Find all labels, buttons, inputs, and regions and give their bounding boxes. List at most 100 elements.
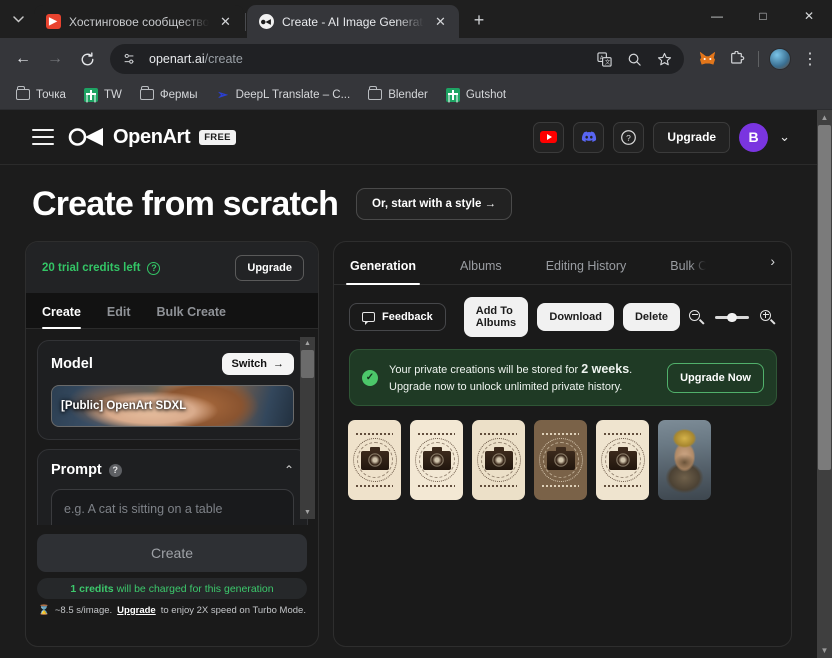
metamask-fox-icon[interactable] [693, 45, 721, 73]
bookmark-item[interactable]: Blender [360, 86, 436, 104]
tab-albums[interactable]: Albums [460, 242, 502, 284]
thumbnail-item[interactable] [658, 420, 711, 501]
reload-button[interactable] [72, 44, 102, 74]
scroll-down-arrow-icon[interactable]: ▼ [817, 643, 832, 658]
comment-icon [362, 312, 375, 325]
folder-icon [16, 86, 30, 100]
bookmark-item[interactable]: Точка [8, 86, 74, 104]
scrollbar-thumb[interactable] [818, 125, 831, 470]
feedback-button[interactable]: Feedback [349, 303, 446, 331]
url-text[interactable]: openart.ai/create [144, 52, 588, 66]
openart-logo-icon[interactable] [68, 126, 106, 148]
hamburger-menu-icon[interactable] [32, 129, 54, 145]
speed-note: ⌛ ~8.5 s/image. Upgrade to enjoy 2X spee… [37, 605, 307, 616]
zoom-in-icon[interactable] [760, 309, 775, 325]
header-actions: ? Upgrade B ⌄ [533, 121, 792, 153]
prompt-input[interactable]: e.g. A cat is sitting on a table [51, 489, 294, 525]
tab-generation[interactable]: Generation [346, 242, 420, 285]
thumbnail-item[interactable] [534, 420, 587, 501]
create-button[interactable]: Create [37, 534, 307, 572]
close-icon[interactable]: ✕ [432, 13, 449, 30]
credit-note-text: will be charged for this generation [116, 582, 274, 595]
maximize-button[interactable]: □ [740, 0, 786, 32]
page-settings-icon[interactable] [116, 46, 142, 72]
upgrade-now-button[interactable]: Upgrade Now [667, 362, 764, 393]
extensions-puzzle-icon[interactable] [723, 45, 751, 73]
close-icon[interactable]: ✕ [217, 13, 234, 30]
model-thumbnail[interactable]: [Public] OpenArt SDXL [51, 385, 294, 427]
scroll-down-arrow-icon[interactable]: ▼ [300, 506, 315, 519]
tab-bulk-create[interactable]: Bulk Create [157, 305, 226, 328]
browser-tab-2[interactable]: Create - AI Image Generator | O ✕ [247, 5, 459, 38]
url-domain: openart.ai [149, 52, 205, 66]
chrome-menu-icon[interactable]: ⋮ [796, 45, 824, 73]
star-icon[interactable] [650, 45, 678, 73]
new-tab-button[interactable]: + [465, 6, 493, 34]
tab-search-button[interactable] [4, 5, 32, 33]
thumbnail-item[interactable] [596, 420, 649, 501]
chevron-down-icon[interactable]: ⌄ [777, 129, 792, 145]
avatar[interactable]: B [739, 122, 769, 152]
download-button[interactable]: Download [537, 303, 614, 331]
info-circle-icon[interactable]: ? [147, 261, 161, 275]
scroll-up-arrow-icon[interactable]: ▲ [300, 337, 315, 350]
tab-divider [245, 13, 246, 31]
bookmark-item[interactable]: Фермы [132, 86, 206, 104]
slider-knob[interactable] [727, 312, 737, 322]
forward-button[interactable]: → [40, 44, 70, 74]
site-logo-text: OpenArt [113, 125, 191, 148]
bookmark-label: Точка [36, 88, 66, 101]
question-circle-icon[interactable]: ? [108, 463, 122, 477]
generation-tabs: Generation Albums Editing History Bulk C… [334, 242, 791, 285]
close-window-button[interactable]: ✕ [786, 0, 832, 32]
tab-edit[interactable]: Edit [107, 305, 131, 328]
youtube-icon[interactable] [533, 121, 565, 153]
minimize-button[interactable]: — [694, 0, 740, 32]
tab-bulk-create[interactable]: Bulk C [670, 242, 706, 284]
address-bar[interactable]: openart.ai/create A文 [110, 44, 684, 74]
zoom-controls [689, 309, 778, 325]
discord-icon[interactable] [573, 121, 605, 153]
start-with-style-button[interactable]: Or, start with a style → [356, 188, 513, 220]
bookmark-item[interactable]: Gutshot [438, 85, 514, 105]
switch-model-button[interactable]: Switch → [221, 353, 294, 375]
zoom-slider[interactable] [715, 310, 749, 324]
tabs-next-arrow-icon[interactable]: › [770, 253, 775, 273]
upgrade-button[interactable]: Upgrade [653, 121, 731, 153]
translate-icon[interactable]: A文 [590, 45, 618, 73]
window-controls: — □ ✕ [694, 0, 832, 38]
avatar[interactable] [766, 45, 794, 73]
deepl-icon: ➢ [217, 86, 229, 102]
arrow-right-icon: → [273, 358, 284, 370]
page-scrollbar[interactable]: ▲ ▼ [817, 110, 832, 658]
bookmark-label: Blender [388, 88, 428, 101]
plan-badge: FREE [199, 129, 236, 145]
thumbnail-item[interactable] [410, 420, 463, 501]
help-circle-icon[interactable]: ? [613, 121, 645, 153]
panel-scrollbar[interactable]: ▲ ▼ [300, 337, 315, 519]
browser-tab-1[interactable]: ▶ Хостинговое сообщество «Tim ✕ [34, 5, 244, 38]
tab-create[interactable]: Create [42, 305, 81, 329]
speed-upgrade-link[interactable]: Upgrade [117, 605, 156, 616]
tab-editing-history[interactable]: Editing History [546, 242, 627, 284]
zoom-out-icon[interactable] [689, 309, 704, 325]
thumbnail-item[interactable] [472, 420, 525, 501]
tab-title: Хостинговое сообщество «Tim [69, 14, 209, 29]
delete-button[interactable]: Delete [622, 303, 680, 331]
bookmark-item[interactable]: ➢ DeepL Translate – C... [208, 85, 359, 105]
scroll-up-arrow-icon[interactable]: ▲ [817, 110, 832, 125]
scrollbar-thumb[interactable] [301, 350, 314, 378]
switch-label: Switch [231, 358, 267, 370]
prompt-placeholder: e.g. A cat is sitting on a table [64, 502, 223, 516]
bookmark-item[interactable]: TW [76, 85, 130, 105]
banner-text-bold: 2 weeks [581, 362, 630, 376]
chevron-up-icon[interactable]: ⌃ [284, 463, 294, 477]
bookmark-label: TW [103, 88, 122, 101]
search-icon[interactable] [620, 45, 648, 73]
speed-note-pre: ~8.5 s/image. [54, 605, 113, 616]
portrait-thumbnail [658, 420, 711, 501]
add-to-albums-button[interactable]: Add To Albums [463, 297, 529, 337]
credits-upgrade-button[interactable]: Upgrade [235, 255, 304, 281]
back-button[interactable]: ← [8, 44, 38, 74]
thumbnail-item[interactable] [348, 420, 401, 501]
